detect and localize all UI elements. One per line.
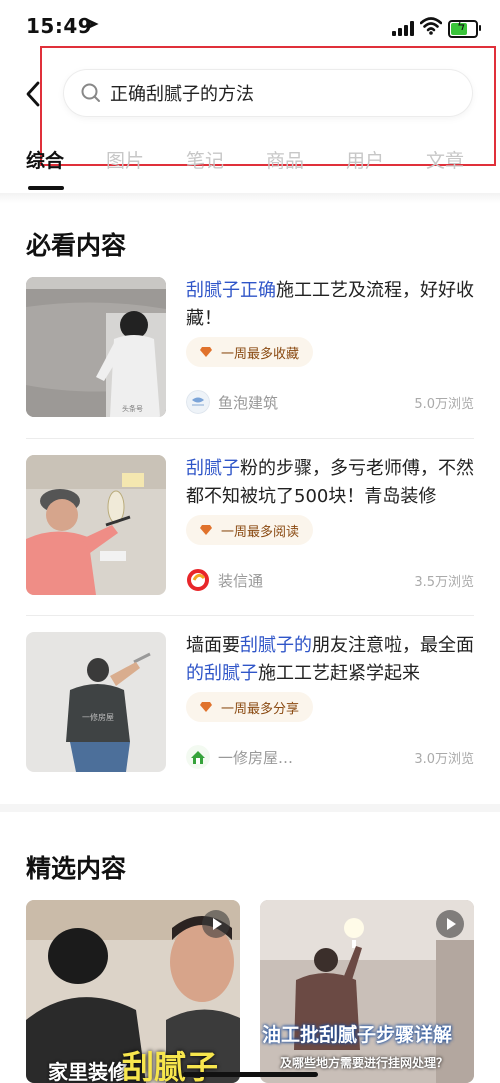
- tab-comprehensive[interactable]: 综合: [26, 146, 64, 173]
- result-tabs: 综合 图片 笔记 商品 用户 文章: [0, 140, 500, 190]
- tab-images[interactable]: 图片: [106, 146, 144, 173]
- section-divider: [0, 804, 500, 812]
- diamond-icon: [200, 702, 212, 712]
- diamond-icon: [200, 525, 212, 535]
- search-icon: [81, 83, 100, 102]
- article-card[interactable]: 一修房屋 墙面要刮腻子的朋友注意啦，最全面的刮腻子施工工艺赶紧学起来 一周最多分…: [26, 632, 474, 772]
- video-caption-large: 油工批刮腻子步骤详解: [262, 1024, 453, 1046]
- svg-text:一修房屋: 一修房屋: [82, 712, 114, 722]
- author-avatar: [186, 745, 210, 769]
- author-avatar: [186, 568, 210, 592]
- tab-products[interactable]: 商品: [266, 146, 304, 173]
- article-thumbnail: 头条号: [26, 277, 166, 417]
- featured-video-card[interactable]: 家里装修 刮腻子: [26, 900, 240, 1083]
- rank-badge: 一周最多分享: [186, 692, 314, 722]
- video-caption: 家里装修: [48, 1060, 128, 1083]
- rank-badge: 一周最多收藏: [186, 337, 314, 367]
- search-bar[interactable]: [64, 70, 472, 116]
- rank-badge: 一周最多阅读: [186, 515, 314, 545]
- svg-text:头条号: 头条号: [122, 404, 143, 413]
- article-author[interactable]: 鱼泡建筑: [186, 389, 278, 415]
- tab-users[interactable]: 用户: [346, 146, 384, 173]
- article-title[interactable]: 刮腻子正确施工工艺及流程，好好收藏！: [186, 277, 476, 333]
- status-bar: 15:49 ➤ ϟ: [0, 0, 500, 56]
- tab-articles[interactable]: 文章: [426, 146, 464, 173]
- author-name: 鱼泡建筑: [218, 393, 279, 412]
- video-play-icon: [202, 910, 230, 938]
- author-avatar: [186, 390, 210, 414]
- header-divider: [0, 193, 500, 203]
- article-thumbnail: [26, 455, 166, 595]
- tab-notes[interactable]: 笔记: [186, 146, 224, 173]
- location-arrow-icon: ➤: [86, 14, 100, 33]
- article-card[interactable]: 刮腻子粉的步骤，多亏老师傅，不然都不知被坑了500块！青岛装修 一周最多阅读 装…: [26, 455, 474, 595]
- author-name: 装信通: [218, 571, 264, 590]
- active-tab-indicator: [28, 186, 64, 190]
- status-time: 15:49: [26, 14, 93, 38]
- view-count: 3.0万浏览: [414, 752, 474, 767]
- view-count: 5.0万浏览: [414, 397, 474, 412]
- video-play-icon: [436, 910, 464, 938]
- back-arrow-icon[interactable]: [22, 80, 46, 108]
- section-title-featured: 精选内容: [26, 854, 127, 883]
- author-name: 一修房屋…: [218, 748, 294, 767]
- article-thumbnail: 一修房屋: [26, 632, 166, 772]
- cellular-signal-icon: [392, 20, 416, 36]
- article-title[interactable]: 墙面要刮腻子的朋友注意啦，最全面的刮腻子施工工艺赶紧学起来: [186, 632, 476, 688]
- article-author[interactable]: 装信通: [186, 567, 263, 593]
- diamond-icon: [200, 347, 212, 357]
- video-caption: 及哪些地方需要进行挂网处理？: [280, 1056, 449, 1070]
- featured-video-card[interactable]: 油工批刮腻子步骤详解 及哪些地方需要进行挂网处理？: [260, 900, 474, 1083]
- search-input[interactable]: [110, 78, 450, 108]
- section-title-must-see: 必看内容: [26, 231, 127, 260]
- battery-icon: ϟ: [448, 19, 481, 38]
- wifi-icon: [420, 17, 442, 35]
- view-count: 3.5万浏览: [414, 575, 474, 590]
- home-indicator[interactable]: [182, 1072, 318, 1077]
- list-divider: [26, 615, 474, 616]
- article-card[interactable]: 头条号 刮腻子正确施工工艺及流程，好好收藏！ 一周最多收藏 鱼泡建筑 5.0万浏…: [26, 277, 474, 417]
- article-author[interactable]: 一修房屋…: [186, 744, 293, 770]
- article-title[interactable]: 刮腻子粉的步骤，多亏老师傅，不然都不知被坑了500块！青岛装修: [186, 455, 476, 511]
- list-divider: [26, 438, 474, 439]
